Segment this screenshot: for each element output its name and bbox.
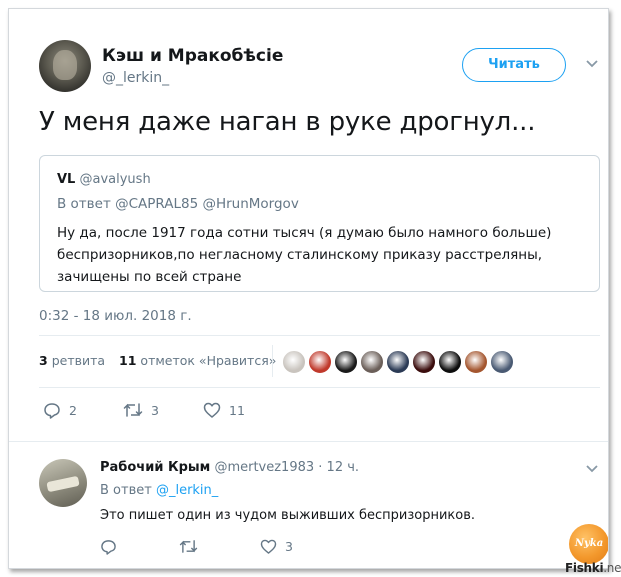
divider [39,335,600,336]
chevron-down-icon[interactable] [585,59,599,69]
reply-to-prefix: В ответ [100,483,152,498]
like-action[interactable]: 11 [203,402,245,418]
retweet-icon [123,403,143,417]
like-action[interactable]: 3 [260,539,293,554]
tweet-stats: 3 ретвита 11 отметок «Нравится» [39,353,276,368]
retweets-label[interactable]: ретвита [52,353,105,368]
retweets-count[interactable]: 3 [39,353,48,368]
stats-separator [272,345,273,377]
retweet-action[interactable]: 3 [123,402,159,418]
liker-avatar[interactable] [360,350,384,374]
tweet-text: У меня даже наган в руке дрогнул... [39,107,536,137]
quoted-tweet[interactable]: VL @avalyush В ответ @CAPRAL85 @HrunMorg… [39,155,600,292]
liker-avatar[interactable] [334,350,358,374]
reply-count: 2 [69,403,77,418]
quoted-author: VL @avalyush [57,172,151,187]
tweet-card: Кэш и Мракобѣсіе @_lerkin_ Читать У меня… [8,8,609,569]
liker-avatar[interactable] [386,350,410,374]
retweet-count: 3 [151,402,159,418]
liker-avatar[interactable] [490,350,514,374]
follow-button[interactable]: Читать [462,48,566,82]
watermark-tld: .net [603,561,621,575]
quoted-reply-line: В ответ @CAPRAL85 @HrunMorgov [57,196,299,212]
likes-count[interactable]: 11 [119,353,136,368]
author-name[interactable]: Кэш и Мракобѣсіе [102,46,283,66]
reply-action[interactable]: 2 [43,402,77,419]
reply-author-name[interactable]: Рабочий Крым [100,460,210,475]
reply-icon [101,540,116,555]
quoted-author-name: VL [57,172,76,187]
reply-header: Рабочий Крым @mertvez1983 · 12 ч. [100,460,359,475]
divider [39,387,600,388]
liker-avatar[interactable] [308,350,332,374]
heart-icon [260,539,277,554]
liker-avatar[interactable] [412,350,436,374]
reply-body: Это пишет один из чудом выживших бесприз… [100,508,476,523]
tweet-timestamp[interactable]: 0:32 - 18 июл. 2018 г. [39,308,192,324]
site-watermark: Fishki.net [565,561,621,575]
reply-to-handle[interactable]: @_lerkin_ [156,483,218,498]
author-handle[interactable]: @_lerkin_ [102,70,169,86]
nyka-logo: Nyka [569,524,608,564]
retweet-action[interactable] [179,539,198,554]
reply-to-line: В ответ @_lerkin_ [100,483,218,498]
liker-avatar[interactable] [464,350,488,374]
retweet-icon [179,540,198,553]
like-count: 11 [229,402,245,418]
reply-icon [44,403,60,419]
heart-icon [203,402,221,418]
likes-label[interactable]: отметок «Нравится» [140,353,276,368]
reply-time[interactable]: · 12 ч. [318,460,359,475]
divider [9,441,608,442]
reply-action[interactable] [100,539,117,555]
liker-avatar[interactable] [438,350,462,374]
chevron-down-icon[interactable] [585,464,599,474]
reply-author-avatar[interactable] [39,459,87,507]
like-count: 3 [285,539,293,554]
author-avatar[interactable] [39,40,91,92]
liker-avatar[interactable] [282,350,306,374]
quoted-author-handle: @avalyush [79,172,151,187]
quoted-body: Ну да, после 1917 года сотни тысяч (я ду… [57,225,552,285]
watermark-site: Fishki [565,561,604,575]
reply-author-handle[interactable]: @mertvez1983 [214,460,314,475]
